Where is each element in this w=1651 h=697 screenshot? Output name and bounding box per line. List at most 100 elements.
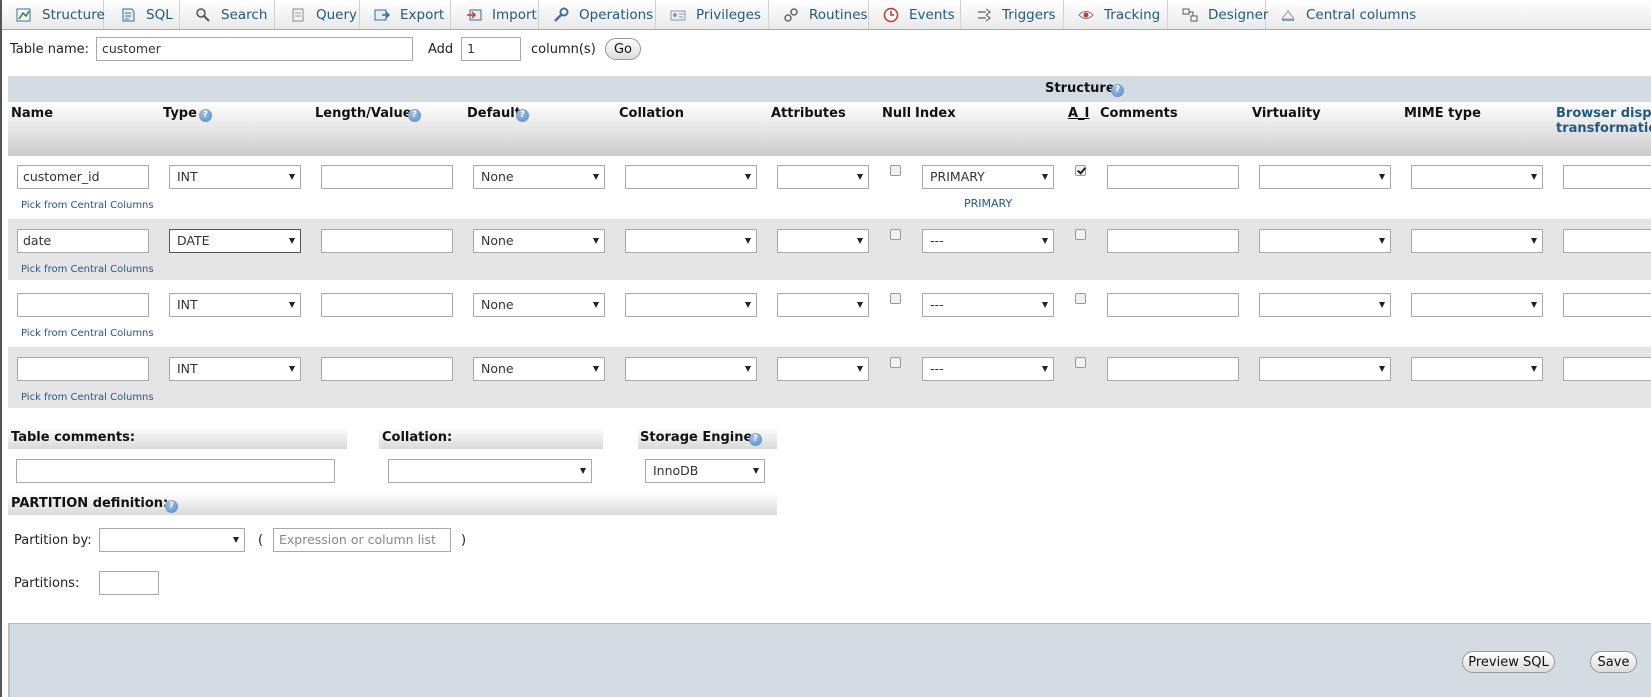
header-browser-transformation[interactable]: transformation xyxy=(1556,121,1651,136)
table-collation-select[interactable] xyxy=(388,459,592,483)
ai-checkbox[interactable] xyxy=(1075,357,1086,368)
go-button[interactable]: Go xyxy=(605,38,641,60)
default-select[interactable]: None xyxy=(473,293,605,317)
length-values-input[interactable] xyxy=(321,165,453,189)
ai-checkbox[interactable] xyxy=(1075,165,1086,176)
chevron-down-icon xyxy=(1042,174,1048,180)
pick-central-columns-link[interactable]: Pick from Central Columns xyxy=(21,200,154,211)
header-attributes: Attributes xyxy=(771,106,846,121)
null-checkbox[interactable] xyxy=(890,229,901,240)
virtuality-select[interactable] xyxy=(1259,293,1391,317)
browser-transformation-input[interactable] xyxy=(1563,165,1651,189)
header-collation: Collation xyxy=(619,106,685,121)
tab-routines[interactable]: Routines xyxy=(775,0,869,29)
default-select[interactable]: None xyxy=(473,229,605,253)
type-select[interactable]: INT xyxy=(169,293,301,317)
collation-select[interactable] xyxy=(625,229,757,253)
storage-engine-label: Storage Engine: xyxy=(640,430,758,445)
ai-checkbox[interactable] xyxy=(1075,293,1086,304)
collation-select[interactable] xyxy=(625,165,757,189)
virtuality-select[interactable] xyxy=(1259,357,1391,381)
pick-central-columns-link[interactable]: Pick from Central Columns xyxy=(21,328,154,339)
add-label: Add xyxy=(428,42,454,57)
length-values-input[interactable] xyxy=(321,293,453,317)
virtuality-select[interactable] xyxy=(1259,229,1391,253)
index-select[interactable]: --- xyxy=(922,293,1054,317)
null-checkbox[interactable] xyxy=(890,165,901,176)
virtuality-select[interactable] xyxy=(1259,165,1391,189)
type-select[interactable]: INT xyxy=(169,165,301,189)
table-comments-input[interactable] xyxy=(16,459,335,483)
tab-bar: Structure SQL Search Query Export Import… xyxy=(2,0,1651,30)
ai-checkbox[interactable] xyxy=(1075,229,1086,240)
chevron-down-icon xyxy=(289,366,295,372)
tab-central-columns[interactable]: Central columns xyxy=(1272,0,1422,29)
tab-sql[interactable]: SQL xyxy=(112,0,180,29)
chevron-down-icon xyxy=(857,174,863,180)
browser-transformation-input[interactable] xyxy=(1563,229,1651,253)
type-help-icon[interactable]: ? xyxy=(199,108,212,123)
pick-central-columns-link[interactable]: Pick from Central Columns xyxy=(21,264,154,275)
attributes-select[interactable] xyxy=(777,165,869,189)
column-name-input[interactable] xyxy=(17,293,149,317)
attributes-select[interactable] xyxy=(777,229,869,253)
index-select[interactable]: --- xyxy=(922,229,1054,253)
default-select[interactable]: None xyxy=(473,357,605,381)
column-name-input[interactable]: date xyxy=(17,229,149,253)
header-browser-display[interactable]: Browser display xyxy=(1556,106,1651,121)
storage-engine-select[interactable]: InnoDB xyxy=(645,459,765,483)
storage-engine-help-icon[interactable]: ? xyxy=(749,432,762,447)
collation-select[interactable] xyxy=(625,293,757,317)
type-select[interactable]: INT xyxy=(169,357,301,381)
partition-by-select[interactable] xyxy=(99,528,245,552)
type-select[interactable]: DATE xyxy=(169,229,301,253)
tab-designer[interactable]: Designer xyxy=(1174,0,1268,29)
column-name-input[interactable] xyxy=(17,357,149,381)
tab-triggers[interactable]: Triggers xyxy=(968,0,1064,29)
add-columns-input[interactable]: 1 xyxy=(461,37,521,61)
index-select[interactable]: PRIMARY xyxy=(922,165,1054,189)
index-select[interactable]: --- xyxy=(922,357,1054,381)
mime-select[interactable] xyxy=(1411,165,1543,189)
tab-import[interactable]: Import xyxy=(458,0,539,29)
tab-export[interactable]: Export xyxy=(366,0,451,29)
tab-query[interactable]: Query xyxy=(282,0,360,29)
partition-expression-input[interactable]: Expression or column list xyxy=(273,528,451,552)
browser-transformation-input[interactable] xyxy=(1563,293,1651,317)
comments-input[interactable] xyxy=(1107,165,1239,189)
tab-tracking[interactable]: Tracking xyxy=(1070,0,1168,29)
header-index: Index xyxy=(915,106,956,121)
column-name-input[interactable]: customer_id xyxy=(17,165,149,189)
table-name-input[interactable]: customer xyxy=(96,37,413,61)
default-select[interactable]: None xyxy=(473,165,605,189)
tab-operations[interactable]: Operations xyxy=(545,0,656,29)
mime-select[interactable] xyxy=(1411,293,1543,317)
length-values-input[interactable] xyxy=(321,357,453,381)
null-checkbox[interactable] xyxy=(890,293,901,304)
collation-select[interactable] xyxy=(625,357,757,381)
tab-privileges[interactable]: Privileges xyxy=(662,0,769,29)
tab-events[interactable]: Events xyxy=(875,0,961,29)
comments-input[interactable] xyxy=(1107,229,1239,253)
length-values-input[interactable] xyxy=(321,229,453,253)
pick-central-columns-link[interactable]: Pick from Central Columns xyxy=(21,392,154,403)
partition-help-icon[interactable]: ? xyxy=(165,499,178,514)
chevron-down-icon xyxy=(593,302,599,308)
structure-help-icon[interactable]: ? xyxy=(1111,83,1124,98)
tab-structure[interactable]: Structure xyxy=(8,0,105,29)
partitions-input[interactable] xyxy=(99,571,159,595)
length-help-icon[interactable]: ? xyxy=(408,108,421,123)
comments-input[interactable] xyxy=(1107,293,1239,317)
browser-transformation-input[interactable] xyxy=(1563,357,1651,381)
table-comments-label: Table comments: xyxy=(11,430,136,445)
mime-select[interactable] xyxy=(1411,357,1543,381)
comments-input[interactable] xyxy=(1107,357,1239,381)
null-checkbox[interactable] xyxy=(890,357,901,368)
attributes-select[interactable] xyxy=(777,357,869,381)
default-help-icon[interactable]: ? xyxy=(516,108,529,123)
mime-select[interactable] xyxy=(1411,229,1543,253)
save-button[interactable]: Save xyxy=(1590,651,1637,673)
attributes-select[interactable] xyxy=(777,293,869,317)
preview-sql-button[interactable]: Preview SQL xyxy=(1462,651,1555,673)
tab-search[interactable]: Search xyxy=(187,0,275,29)
